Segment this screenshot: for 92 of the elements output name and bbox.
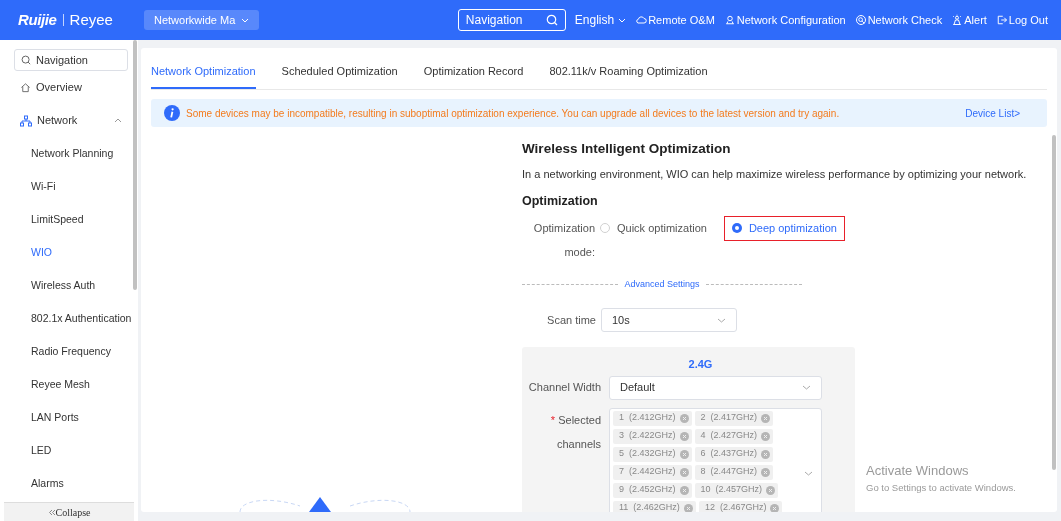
cloud-icon xyxy=(635,14,648,26)
tab[interactable]: Optimization Record xyxy=(423,56,524,89)
activation-notice-text: Go to Settings to activate Windows. xyxy=(866,480,1016,495)
close-icon xyxy=(679,413,689,423)
close-icon xyxy=(770,503,780,512)
sidebar-item[interactable]: Network Planning xyxy=(14,137,128,170)
sidebar-item[interactable]: LED xyxy=(14,434,128,467)
sidebar-item[interactable]: Reyee Mesh xyxy=(14,368,128,401)
home-icon xyxy=(20,82,31,93)
channel-tag[interactable]: 8 (2.447GHz) xyxy=(694,464,774,480)
info-icon xyxy=(164,105,180,121)
nav-link[interactable]: Network Check xyxy=(854,11,943,29)
tab[interactable]: 802.11k/v Roaming Optimization xyxy=(549,56,708,89)
field-label: Scan time xyxy=(546,312,596,328)
advanced-settings-link[interactable]: Advanced Settings xyxy=(624,277,700,291)
scrollbar[interactable] xyxy=(133,40,137,290)
search-input[interactable]: Navigation xyxy=(465,11,546,29)
nav-link[interactable]: Alert xyxy=(951,11,987,29)
network-icon xyxy=(20,114,32,127)
channel-width-dropdown[interactable]: Default xyxy=(609,375,822,400)
channel-multiselect[interactable]: 1 (2.412GHz) 2 (2.417GHz) 3 (2.422GHz) 4 (2.427GHz) 5 (2.432GHz) 6 (2.437GHz) 7 (2.442GHz) 8 (2.447GHz) 9 (2.452GHz) 10 (2.457GHz) 11 (2.462GHz) 12 (2.467GHz) xyxy=(609,407,822,512)
brand-logo: Reyee xyxy=(69,9,113,30)
chevron-down-icon xyxy=(802,385,811,390)
channel-tag[interactable]: 3 (2.422GHz) xyxy=(613,428,692,444)
close-icon xyxy=(679,431,689,441)
device-list-link[interactable]: Device List> xyxy=(965,105,1020,121)
language-dropdown[interactable]: English xyxy=(574,11,627,29)
search-field[interactable]: Navigation xyxy=(14,49,128,71)
radio-option[interactable]: Deep optimization xyxy=(723,215,845,241)
channel-tag[interactable]: 10 (2.457GHz) xyxy=(694,482,779,498)
close-icon xyxy=(683,503,693,512)
channel-tag[interactable]: 5 (2.432GHz) xyxy=(613,446,692,462)
logout-icon xyxy=(995,14,1008,26)
scrollbar[interactable] xyxy=(1052,135,1056,470)
project-dropdown[interactable]: Networkwide Ma xyxy=(144,10,260,30)
section-title: Optimization xyxy=(522,192,599,210)
channel-tag[interactable]: 11 (2.462GHz) xyxy=(613,500,696,512)
chevron-down-icon xyxy=(618,17,627,23)
radio-checked-icon xyxy=(731,223,742,233)
close-icon xyxy=(761,413,771,423)
brand-logo: Ruijie xyxy=(18,9,57,30)
sidebar-item[interactable]: Overview xyxy=(14,71,128,104)
channel-tag[interactable]: 7 (2.442GHz) xyxy=(613,464,692,480)
chevron-down-icon xyxy=(804,470,813,476)
section-title: Wireless Intelligent Optimization xyxy=(522,140,732,158)
close-icon xyxy=(766,485,776,495)
sidebar-item[interactable]: Alarms xyxy=(14,467,128,500)
field-label: * Selected channels xyxy=(549,412,601,452)
double-chevron-icon xyxy=(47,508,56,516)
close-icon xyxy=(679,485,689,495)
radio-icon xyxy=(600,223,610,233)
search-icon xyxy=(21,55,31,65)
sidebar-item[interactable]: Wireless Auth xyxy=(14,269,128,302)
sidebar-item[interactable]: LimitSpeed xyxy=(14,203,128,236)
tab[interactable]: Scheduled Optimization xyxy=(281,56,398,89)
field-label: Channel Width xyxy=(527,380,601,396)
collapse-button[interactable]: Collapse xyxy=(4,502,134,521)
description: In a networking environment, WIO can help maximize wireless performance by optimizing your network. xyxy=(522,167,1028,183)
band-title: 2.4G xyxy=(687,357,714,372)
chevron-down-icon xyxy=(241,17,250,23)
channel-tag[interactable]: 6 (2.437GHz) xyxy=(694,446,774,462)
sidebar-item[interactable]: Radio Frequency xyxy=(14,335,128,368)
radio-option[interactable]: Quick optimization xyxy=(599,215,715,241)
sidebar-item[interactable]: LAN Ports xyxy=(14,401,128,434)
search-icon xyxy=(854,14,867,26)
field-label: Optimization mode: xyxy=(532,220,595,260)
sidebar-item[interactable]: WIO xyxy=(14,236,128,269)
close-icon xyxy=(761,449,771,459)
nav-link[interactable]: Network Configuration xyxy=(723,11,846,29)
channel-tag[interactable]: 1 (2.412GHz) xyxy=(613,410,692,426)
close-icon xyxy=(679,449,689,459)
channel-tag[interactable]: 4 (2.427GHz) xyxy=(694,428,774,444)
nav-link[interactable]: Remote O&M xyxy=(635,11,715,29)
activation-notice-title: Activate Windows xyxy=(866,462,970,480)
close-icon xyxy=(761,431,771,441)
nav-link[interactable]: Log Out xyxy=(995,11,1048,29)
tab[interactable]: Network Optimization xyxy=(151,56,256,89)
sidebar-item[interactable]: Network xyxy=(14,104,128,137)
search-icon xyxy=(545,14,558,26)
close-icon xyxy=(679,467,689,477)
channel-tag[interactable]: 12 (2.467GHz) xyxy=(698,500,783,512)
alarm-icon xyxy=(951,14,964,26)
chevron-down-icon xyxy=(717,317,726,323)
channel-tag[interactable]: 9 (2.452GHz) xyxy=(613,482,692,498)
channel-tag[interactable]: 2 (2.417GHz) xyxy=(694,410,774,426)
search-input[interactable]: Navigation xyxy=(36,51,121,69)
chevron-up-icon xyxy=(114,118,122,123)
person-icon xyxy=(723,14,736,26)
sidebar-item[interactable]: Wi-Fi xyxy=(14,170,128,203)
notice-text: Some devices may be incompatible, resulting in suboptimal optimization experience. You can upgrade all devices to the latest version and try again. xyxy=(186,106,841,121)
close-icon xyxy=(761,467,771,477)
scan-time-dropdown[interactable]: 10s xyxy=(601,308,737,332)
